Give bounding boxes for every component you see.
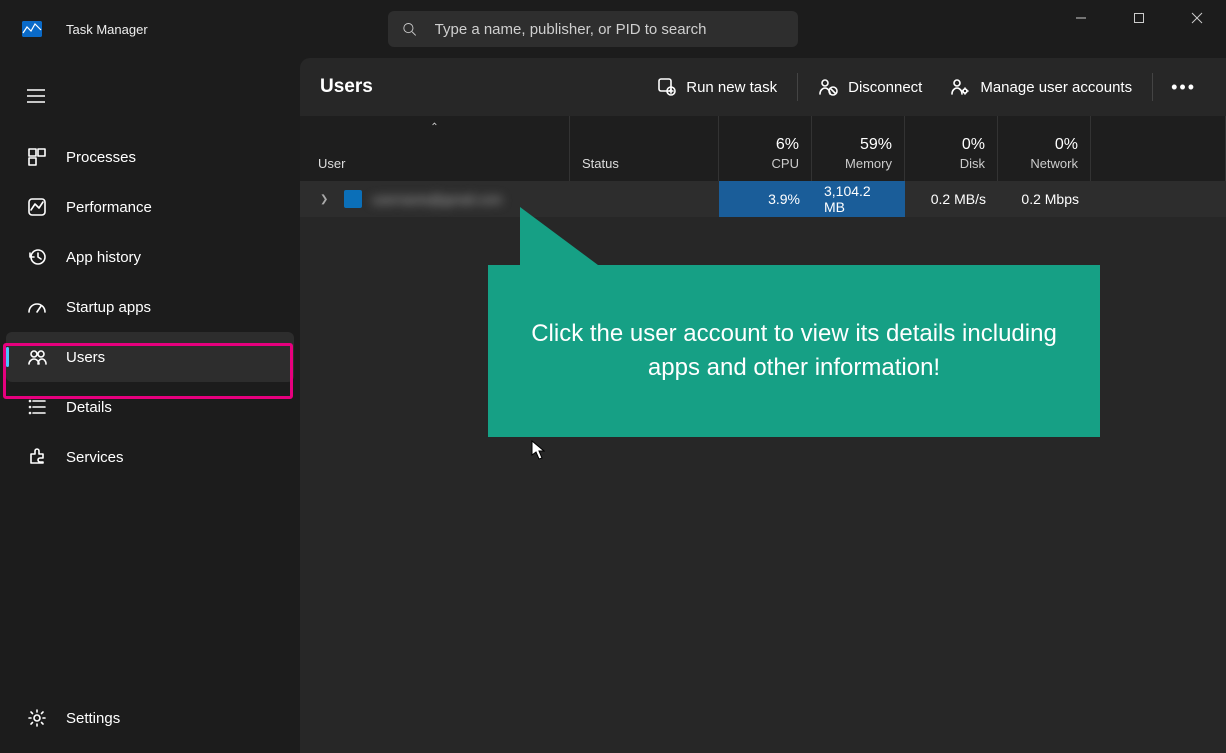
gear-icon	[26, 707, 48, 729]
user-avatar-icon	[344, 190, 362, 208]
run-new-task-button[interactable]: Run new task	[646, 72, 789, 102]
list-icon	[26, 396, 48, 418]
run-task-icon	[658, 78, 676, 96]
cpu-label: CPU	[772, 156, 799, 171]
sidebar-item-label: Users	[66, 349, 105, 366]
sidebar-item-settings[interactable]: Settings	[6, 693, 294, 743]
col-memory[interactable]: 59% Memory	[812, 116, 905, 181]
cpu-cell: 3.9%	[719, 181, 812, 217]
performance-icon	[26, 196, 48, 218]
col-cpu[interactable]: 6% CPU	[719, 116, 812, 181]
manage-users-label: Manage user accounts	[980, 79, 1132, 96]
col-spacer	[1091, 116, 1226, 181]
sidebar-item-app-history[interactable]: App history	[6, 232, 294, 282]
memory-label: Memory	[845, 156, 892, 171]
network-label: Network	[1030, 156, 1078, 171]
app-icon	[22, 21, 42, 37]
users-table: ⌃ User Status 6% CPU 59% Memory 0% Disk	[300, 116, 1226, 217]
sidebar-item-label: Processes	[66, 149, 136, 166]
network-pct: 0%	[1055, 136, 1078, 154]
disconnect-icon	[818, 78, 838, 96]
sort-indicator-icon: ⌃	[430, 122, 438, 133]
sidebar-item-details[interactable]: Details	[6, 382, 294, 432]
disk-pct: 0%	[962, 136, 985, 154]
sidebar-item-processes[interactable]: Processes	[6, 132, 294, 182]
history-icon	[26, 246, 48, 268]
more-button[interactable]: •••	[1161, 77, 1206, 98]
sidebar-item-label: Startup apps	[66, 299, 151, 316]
app-title: Task Manager	[66, 22, 148, 37]
search-box[interactable]	[388, 11, 798, 47]
titlebar: Task Manager	[0, 0, 1226, 58]
sidebar-item-label: Details	[66, 399, 112, 416]
cursor-icon	[531, 440, 545, 460]
col-disk[interactable]: 0% Disk	[905, 116, 998, 181]
disk-label: Disk	[960, 156, 985, 171]
sidebar-item-users[interactable]: Users	[6, 332, 294, 382]
search-icon	[402, 21, 417, 37]
row-spacer	[1091, 181, 1226, 217]
disconnect-button[interactable]: Disconnect	[806, 72, 934, 102]
sidebar-item-label: App history	[66, 249, 141, 266]
page-title: Users	[320, 76, 373, 98]
separator	[1152, 73, 1153, 101]
table-header: ⌃ User Status 6% CPU 59% Memory 0% Disk	[300, 116, 1226, 181]
tutorial-callout: Click the user account to view its detai…	[488, 265, 1100, 437]
cpu-pct: 6%	[776, 136, 799, 154]
col-network[interactable]: 0% Network	[998, 116, 1091, 181]
sidebar-item-label: Performance	[66, 199, 152, 216]
close-button[interactable]	[1168, 0, 1226, 36]
minimize-button[interactable]	[1052, 0, 1110, 36]
memory-cell: 3,104.2 MB	[812, 181, 905, 217]
manage-users-icon	[950, 78, 970, 96]
sidebar-item-label: Services	[66, 449, 124, 466]
search-input[interactable]	[435, 21, 784, 38]
sidebar-item-label: Settings	[66, 710, 120, 727]
hamburger-button[interactable]	[12, 76, 60, 116]
col-status[interactable]: Status	[570, 116, 719, 181]
network-cell: 0.2 Mbps	[998, 181, 1091, 217]
maximize-button[interactable]	[1110, 0, 1168, 36]
sidebar-item-services[interactable]: Services	[6, 432, 294, 482]
grid-icon	[26, 146, 48, 168]
window-controls	[1052, 0, 1226, 36]
manage-users-button[interactable]: Manage user accounts	[938, 72, 1144, 102]
table-row[interactable]: ❯ username@gmail.com 3.9% 3,104.2 MB 0.2…	[300, 181, 1226, 217]
user-name: username@gmail.com	[372, 192, 502, 207]
puzzle-icon	[26, 446, 48, 468]
sidebar-item-performance[interactable]: Performance	[6, 182, 294, 232]
sidebar-item-startup-apps[interactable]: Startup apps	[6, 282, 294, 332]
col-user-label: User	[318, 156, 557, 171]
sidebar: Processes Performance App history Startu…	[0, 58, 300, 753]
users-icon	[26, 346, 48, 368]
disk-cell: 0.2 MB/s	[905, 181, 998, 217]
memory-pct: 59%	[860, 136, 892, 154]
chevron-right-icon[interactable]: ❯	[320, 194, 334, 205]
callout-text: Click the user account to view its detai…	[524, 317, 1064, 384]
col-status-label: Status	[582, 156, 706, 171]
separator	[797, 73, 798, 101]
col-user[interactable]: ⌃ User	[300, 116, 570, 181]
gauge-icon	[26, 296, 48, 318]
main-header: Users Run new task Disconnect Manage use…	[300, 58, 1226, 116]
run-new-task-label: Run new task	[686, 79, 777, 96]
disconnect-label: Disconnect	[848, 79, 922, 96]
